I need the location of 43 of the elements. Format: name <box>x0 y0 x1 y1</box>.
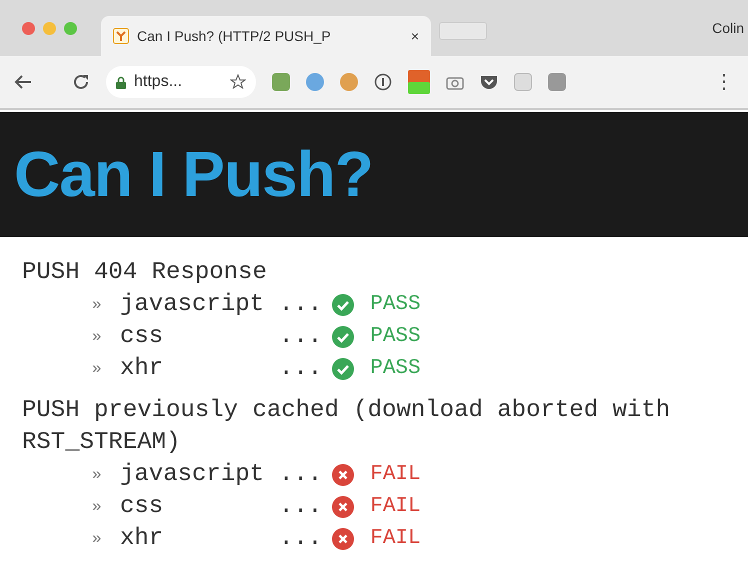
close-window-button[interactable] <box>22 22 35 34</box>
test-result: PASS <box>370 356 421 382</box>
new-tab-button[interactable] <box>439 22 487 40</box>
bullet: » <box>92 295 103 316</box>
favicon-icon <box>113 28 129 44</box>
test-name: javascript <box>120 461 264 488</box>
bullet: » <box>92 465 103 486</box>
bullet: » <box>92 359 103 380</box>
leader-dots: ... <box>279 290 322 320</box>
zoom-window-button[interactable] <box>64 22 77 34</box>
leader-dots: ... <box>279 492 322 522</box>
test-result: PASS <box>370 324 421 350</box>
browser-tab[interactable]: Can I Push? (HTTP/2 PUSH_P × <box>101 16 431 56</box>
bullet: » <box>92 497 103 518</box>
shield-icon[interactable] <box>480 74 498 90</box>
leader-dots: ... <box>279 322 322 352</box>
test-result: FAIL <box>370 526 421 552</box>
leader-dots: ... <box>279 354 322 384</box>
test-result: FAIL <box>370 494 421 520</box>
leader-dots: ... <box>279 460 322 490</box>
test-name: xhr <box>120 525 164 552</box>
test-result: FAIL <box>370 462 421 488</box>
site-title: Can I Push? <box>14 137 373 212</box>
address-bar[interactable]: https... <box>106 66 256 98</box>
reload-icon[interactable] <box>72 73 90 91</box>
test-result: PASS <box>370 292 421 318</box>
leader-dots: ... <box>279 524 322 554</box>
back-icon[interactable] <box>14 74 32 90</box>
star-icon[interactable] <box>230 74 246 90</box>
test-name: css <box>120 323 164 350</box>
test-name: xhr <box>120 355 164 382</box>
section-heading: PUSH previously cached (download aborted with RST_STREAM) <box>22 396 672 458</box>
section-heading: PUSH 404 Response <box>22 258 268 288</box>
lock-icon <box>116 76 126 88</box>
bullet: » <box>92 327 103 348</box>
test-name: javascript <box>120 291 264 318</box>
test-name: css <box>120 493 164 520</box>
profile-name[interactable]: Colin <box>712 18 748 38</box>
extension-icon[interactable] <box>374 73 392 91</box>
menu-button[interactable]: ⋮ <box>714 67 734 97</box>
close-tab-button[interactable]: × <box>410 26 419 46</box>
bullet: » <box>92 529 103 550</box>
tab-title: Can I Push? (HTTP/2 PUSH_P <box>137 26 331 46</box>
